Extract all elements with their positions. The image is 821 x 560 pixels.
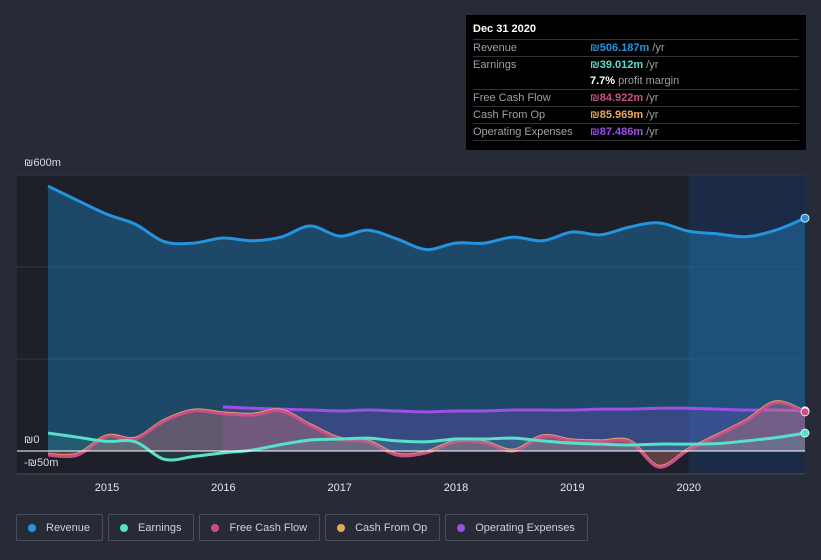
legend-label: Cash From Op: [355, 521, 428, 534]
legend-label: Revenue: [46, 521, 91, 534]
legend-dot-icon: [28, 523, 36, 532]
tooltip-row: Cash From Op ₪85.969m/yr: [473, 107, 799, 124]
legend-item-cash-from-op[interactable]: Cash From Op: [325, 514, 441, 541]
revenue-endpoint[interactable]: [800, 213, 810, 223]
tooltip-label: Operating Expenses: [473, 126, 573, 138]
tooltip-row: Revenue ₪506.187m/yr: [473, 40, 799, 57]
legend-item-revenue[interactable]: Revenue: [16, 514, 104, 541]
tooltip-date: Dec 31 2020: [473, 23, 799, 40]
tooltip-value: ₪39.012m: [590, 59, 644, 71]
earnings-endpoint[interactable]: [800, 428, 810, 438]
legend-dot-icon: [337, 523, 346, 532]
x-tick-label: 2017: [327, 482, 351, 494]
y-tick-label: ₪0: [24, 434, 39, 446]
legend-label: Free Cash Flow: [229, 521, 308, 534]
legend-label: Earnings: [138, 521, 182, 534]
y-tick-label: ₪600m: [24, 157, 61, 169]
tooltip-row: Operating Expenses ₪87.486m/yr: [473, 124, 799, 141]
tooltip-value: ₪506.187m: [590, 42, 650, 54]
tooltip-value: ₪84.922m: [590, 92, 644, 104]
tooltip-label: Free Cash Flow: [473, 92, 551, 104]
tooltip-label: Revenue: [473, 42, 518, 54]
legend-dot-icon: [457, 523, 466, 532]
legend-item-free-cash-flow[interactable]: Free Cash Flow: [199, 514, 321, 541]
x-tick-label: 2015: [95, 482, 119, 494]
tooltip-unit: /yr: [646, 92, 659, 104]
legend-label: Operating Expenses: [475, 521, 575, 534]
tooltip-unit: /yr: [652, 42, 665, 54]
tooltip-label: Earnings: [473, 59, 517, 71]
tooltip-row: Earnings ₪39.012m/yr: [473, 57, 799, 73]
tooltip: Dec 31 2020 Revenue ₪506.187m/yr Earnings ₪…: [466, 15, 806, 150]
legend-dot-icon: [120, 523, 129, 532]
legend-item-operating-expenses[interactable]: Operating Expenses: [445, 514, 588, 541]
tooltip-unit: profit margin: [618, 75, 680, 87]
legend-dot-icon: [211, 523, 220, 532]
legend: Revenue Earnings Free Cash Flow Cash From O…: [16, 514, 588, 541]
tooltip-label: Cash From Op: [473, 109, 546, 121]
tooltip-unit: /yr: [646, 126, 659, 138]
x-tick-label: 2016: [211, 482, 235, 494]
tooltip-row: Free Cash Flow ₪84.922m/yr: [473, 90, 799, 107]
x-tick-label: 2020: [676, 482, 700, 494]
tooltip-unit: /yr: [646, 59, 659, 71]
x-tick-label: 2019: [560, 482, 584, 494]
tooltip-value: 7.7%: [590, 75, 616, 87]
x-tick-label: 2018: [444, 482, 468, 494]
tooltip-unit: /yr: [646, 109, 659, 121]
tooltip-label: [473, 73, 590, 89]
free-cash-flow-endpoint[interactable]: [800, 407, 810, 417]
tooltip-value: ₪87.486m: [590, 126, 644, 138]
tooltip-row: 7.7% profit margin: [473, 73, 799, 90]
legend-item-earnings[interactable]: Earnings: [108, 514, 195, 541]
y-tick-label: -₪50m: [24, 457, 58, 469]
tooltip-value: ₪85.969m: [590, 109, 644, 121]
